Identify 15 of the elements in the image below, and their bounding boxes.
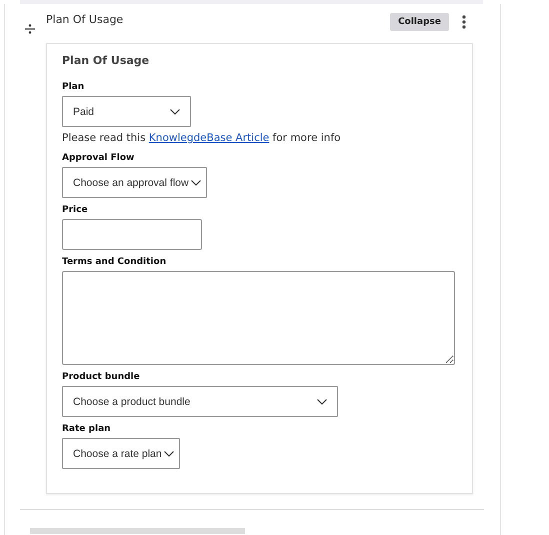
section-title: Plan Of Usage xyxy=(46,12,124,26)
dropdown[interactable]: Choose a rate plan xyxy=(62,438,180,469)
dropdown[interactable]: Paid xyxy=(62,96,191,127)
article-link[interactable]: KnowlegdeBase Article xyxy=(148,132,270,144)
field-label: Plan xyxy=(62,82,86,92)
card-title: Plan Of Usage xyxy=(62,54,150,67)
field-label: Approval Flow xyxy=(62,153,136,163)
dropdown[interactable]: Choose a product bundle xyxy=(62,386,338,417)
field-label: Terms and Condition xyxy=(62,257,168,267)
dropdown[interactable]: Choose an approval flow xyxy=(62,167,207,198)
field-label: Price xyxy=(62,205,89,215)
help-text: Please read this KnowlegdeBase Article for more info xyxy=(62,132,342,144)
collapse-button[interactable]: Collapse xyxy=(390,13,449,31)
field-label: Product bundle xyxy=(62,372,141,382)
field-label: Rate plan xyxy=(62,424,112,434)
